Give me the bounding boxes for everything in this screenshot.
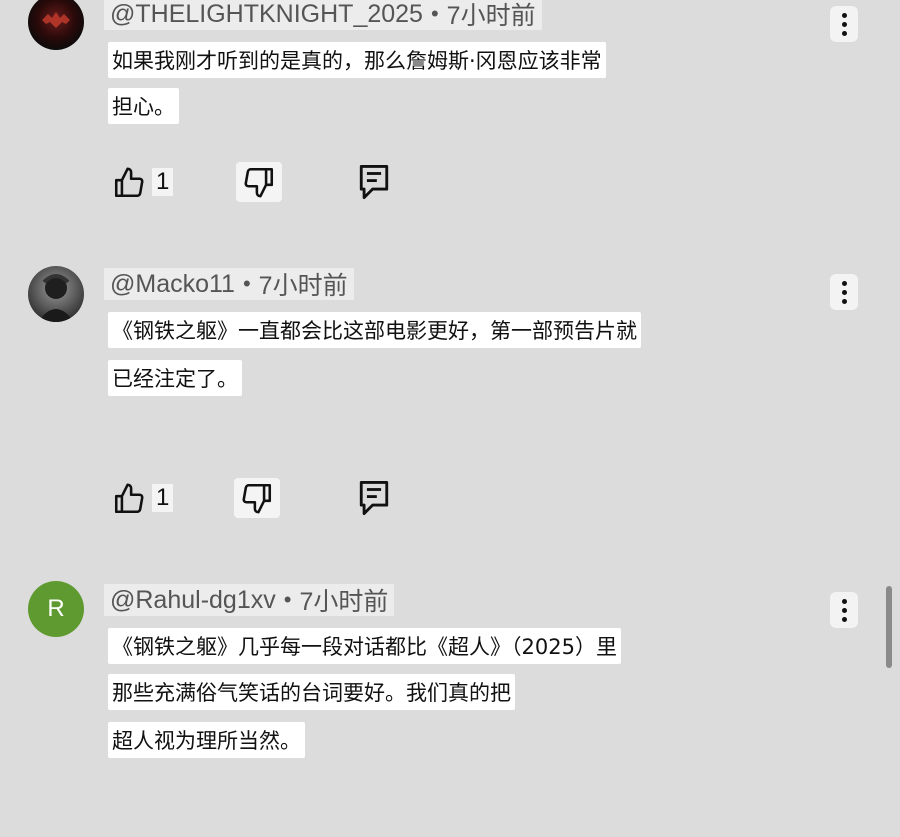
reply-button[interactable]	[354, 476, 394, 520]
comment-text-line: 《钢铁之躯》几乎每一段对话都比《超人》（2025）里	[108, 628, 621, 664]
avatar[interactable]: R	[28, 581, 84, 637]
comment-text-line: 如果我刚才听到的是真的，那么詹姆斯·冈恩应该非常	[108, 42, 606, 78]
more-options-icon[interactable]	[830, 592, 858, 628]
comment-text-line: 已经注定了。	[108, 360, 242, 396]
dislike-button[interactable]	[234, 478, 280, 518]
timestamp: 7小时前	[258, 272, 348, 300]
thumbs-up-icon	[114, 167, 144, 198]
scrollbar-thumb[interactable]	[886, 586, 892, 668]
comment-text-line: 那些充满俗气笑话的台词要好。我们真的把	[108, 674, 515, 710]
avatar-letter: R	[47, 595, 65, 622]
avatar[interactable]	[28, 0, 84, 50]
meta-separator: •	[430, 1, 439, 26]
comment-3: R @Rahul-dg1xv • 7小时前 《钢铁之躯》几乎每一段对话都比《超人…	[0, 578, 900, 837]
more-options-icon[interactable]	[830, 274, 858, 310]
comment-text-line: 超人视为理所当然。	[108, 722, 305, 758]
author-name[interactable]: @THELIGHTKNIGHT_2025	[110, 0, 423, 29]
like-button[interactable]	[108, 164, 150, 202]
timestamp: 7小时前	[446, 2, 536, 30]
profile-photo-icon	[38, 274, 74, 322]
more-options-icon[interactable]	[830, 6, 858, 42]
thumbs-down-icon	[242, 483, 272, 514]
reply-button[interactable]	[354, 160, 394, 204]
bat-emblem-icon	[42, 12, 70, 28]
comment-meta: @THELIGHTKNIGHT_2025 • 7小时前	[104, 0, 542, 30]
reply-comment-icon	[359, 165, 389, 199]
author-name[interactable]: @Rahul-dg1xv	[110, 586, 276, 615]
comment-1: @THELIGHTKNIGHT_2025 • 7小时前 如果我刚才听到的是真的，…	[0, 0, 900, 230]
thumbs-down-icon	[244, 167, 274, 198]
timestamp: 7小时前	[299, 588, 389, 616]
avatar[interactable]	[28, 266, 84, 322]
comment-text-line: 《钢铁之躯》一直都会比这部电影更好，第一部预告片就	[108, 312, 641, 348]
meta-separator: •	[283, 587, 292, 612]
comment-2: @Macko11 • 7小时前 《钢铁之躯》一直都会比这部电影更好，第一部预告片…	[0, 262, 900, 552]
meta-separator: •	[242, 271, 251, 296]
reply-comment-icon	[359, 481, 389, 515]
like-count: 1	[152, 168, 174, 196]
thumbs-up-icon	[114, 483, 144, 514]
like-button[interactable]	[108, 480, 150, 518]
dislike-button[interactable]	[236, 162, 282, 202]
comment-meta: @Macko11 • 7小时前	[104, 268, 354, 300]
like-count: 1	[152, 484, 174, 512]
comment-meta: @Rahul-dg1xv • 7小时前	[104, 584, 395, 616]
comments-page: @THELIGHTKNIGHT_2025 • 7小时前 如果我刚才听到的是真的，…	[0, 0, 900, 837]
author-name[interactable]: @Macko11	[110, 270, 235, 299]
comment-text-line: 担心。	[108, 88, 179, 124]
